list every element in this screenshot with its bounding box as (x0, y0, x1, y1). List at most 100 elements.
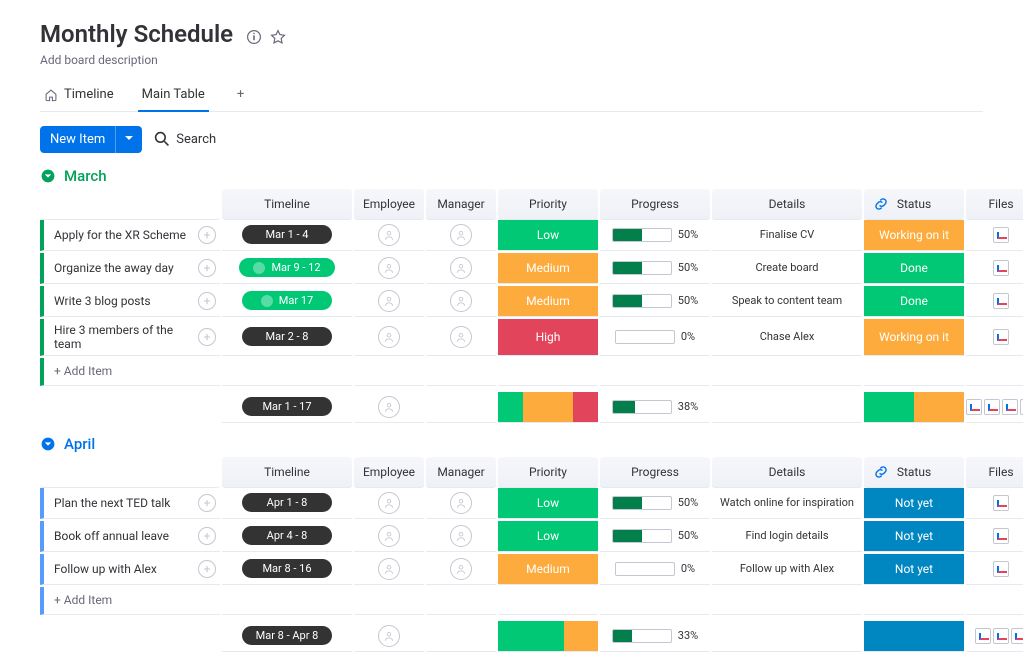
files-cell[interactable] (966, 488, 1023, 519)
group-title[interactable]: March (64, 167, 107, 185)
employee-avatar[interactable] (378, 492, 400, 514)
files-cell[interactable] (966, 521, 1023, 552)
file-icon[interactable] (993, 495, 1009, 511)
employee-avatar[interactable] (378, 290, 400, 312)
employee-cell[interactable] (354, 253, 424, 284)
manager-cell[interactable] (426, 319, 496, 356)
board-subtitle[interactable]: Add board description (40, 53, 983, 67)
add-subitem-button[interactable]: + (198, 494, 216, 512)
collapse-icon[interactable] (40, 168, 56, 184)
col-header-employee[interactable]: Employee (354, 189, 424, 220)
details-cell[interactable]: Create board (712, 253, 862, 284)
item-name-cell[interactable]: Hire 3 members of the team + (40, 319, 220, 356)
file-icon[interactable] (975, 628, 991, 644)
tab-timeline[interactable]: Timeline (40, 79, 118, 110)
manager-cell[interactable] (426, 488, 496, 519)
manager-cell[interactable] (426, 286, 496, 317)
details-cell[interactable]: Finalise CV (712, 220, 862, 251)
info-icon[interactable] (246, 29, 262, 49)
item-name-cell[interactable]: Organize the away day + (40, 253, 220, 284)
file-icon[interactable] (993, 561, 1009, 577)
priority-cell[interactable]: High (498, 319, 598, 356)
details-cell[interactable]: Watch online for inspiration (712, 488, 862, 519)
manager-cell[interactable] (426, 521, 496, 552)
new-item-caret[interactable] (115, 126, 142, 153)
file-icon[interactable] (993, 293, 1009, 309)
status-cell[interactable]: Not yet (864, 521, 964, 552)
priority-cell[interactable]: Medium (498, 253, 598, 284)
priority-cell[interactable]: Low (498, 488, 598, 519)
progress-cell[interactable]: 50% (600, 286, 710, 317)
files-cell[interactable] (966, 286, 1023, 317)
priority-cell[interactable]: Low (498, 521, 598, 552)
manager-avatar[interactable] (450, 525, 472, 547)
col-header-timeline[interactable]: Timeline (222, 189, 352, 220)
item-name-cell[interactable]: Apply for the XR Scheme + (40, 220, 220, 251)
add-subitem-button[interactable]: + (198, 226, 216, 244)
manager-avatar[interactable] (450, 257, 472, 279)
file-icon[interactable] (993, 260, 1009, 276)
file-icon[interactable] (1002, 399, 1018, 415)
manager-avatar[interactable] (450, 558, 472, 580)
item-name-cell[interactable]: Book off annual leave + (40, 521, 220, 552)
employee-avatar[interactable] (378, 558, 400, 580)
add-subitem-button[interactable]: + (198, 328, 216, 346)
progress-cell[interactable]: 50% (600, 253, 710, 284)
timeline-cell[interactable]: Apr 4 - 8 (222, 521, 352, 552)
tab-main-table[interactable]: Main Table (138, 79, 209, 112)
employee-cell[interactable] (354, 554, 424, 585)
col-header-files[interactable]: Files (966, 189, 1023, 220)
files-cell[interactable] (966, 319, 1023, 356)
col-header-manager[interactable]: Manager (426, 457, 496, 488)
status-cell[interactable]: Working on it (864, 220, 964, 251)
col-header-progress[interactable]: Progress (600, 457, 710, 488)
col-header-employee[interactable]: Employee (354, 457, 424, 488)
col-header-manager[interactable]: Manager (426, 189, 496, 220)
details-cell[interactable]: Follow up with Alex (712, 554, 862, 585)
file-icon[interactable] (984, 399, 1000, 415)
timeline-cell[interactable]: Mar 8 - 16 (222, 554, 352, 585)
item-name-cell[interactable]: Plan the next TED talk + (40, 488, 220, 519)
timeline-cell[interactable]: Mar 2 - 8 (222, 319, 352, 356)
add-subitem-button[interactable]: + (198, 527, 216, 545)
progress-cell[interactable]: 50% (600, 488, 710, 519)
add-item-row[interactable]: + Add Item (40, 587, 220, 615)
status-cell[interactable]: Not yet (864, 488, 964, 519)
col-header-priority[interactable]: Priority (498, 189, 598, 220)
details-cell[interactable]: Chase Alex (712, 319, 862, 356)
file-icon[interactable] (993, 628, 1009, 644)
details-cell[interactable]: Speak to content team (712, 286, 862, 317)
group-title[interactable]: April (64, 435, 95, 453)
employee-avatar[interactable] (378, 326, 400, 348)
file-icon[interactable] (966, 399, 982, 415)
files-cell[interactable] (966, 253, 1023, 284)
employee-avatar[interactable] (378, 224, 400, 246)
col-header-priority[interactable]: Priority (498, 457, 598, 488)
employee-avatar[interactable] (378, 257, 400, 279)
employee-cell[interactable] (354, 286, 424, 317)
file-icon[interactable] (1011, 628, 1023, 644)
status-cell[interactable]: Working on it (864, 319, 964, 356)
priority-cell[interactable]: Medium (498, 554, 598, 585)
summary-avatar[interactable] (378, 625, 400, 647)
manager-avatar[interactable] (450, 224, 472, 246)
manager-avatar[interactable] (450, 326, 472, 348)
add-item-row[interactable]: + Add Item (40, 358, 220, 386)
priority-cell[interactable]: Low (498, 220, 598, 251)
manager-avatar[interactable] (450, 492, 472, 514)
col-header-progress[interactable]: Progress (600, 189, 710, 220)
manager-avatar[interactable] (450, 290, 472, 312)
employee-cell[interactable] (354, 319, 424, 356)
col-header-files[interactable]: Files (966, 457, 1023, 488)
progress-cell[interactable]: 50% (600, 220, 710, 251)
priority-cell[interactable]: Medium (498, 286, 598, 317)
progress-cell[interactable]: 50% (600, 521, 710, 552)
star-icon[interactable] (270, 29, 286, 49)
employee-avatar[interactable] (378, 525, 400, 547)
status-cell[interactable]: Done (864, 253, 964, 284)
col-header-timeline[interactable]: Timeline (222, 457, 352, 488)
add-subitem-button[interactable]: + (198, 560, 216, 578)
timeline-cell[interactable]: Mar 1 - 4 (222, 220, 352, 251)
manager-cell[interactable] (426, 554, 496, 585)
add-subitem-button[interactable]: + (198, 259, 216, 277)
